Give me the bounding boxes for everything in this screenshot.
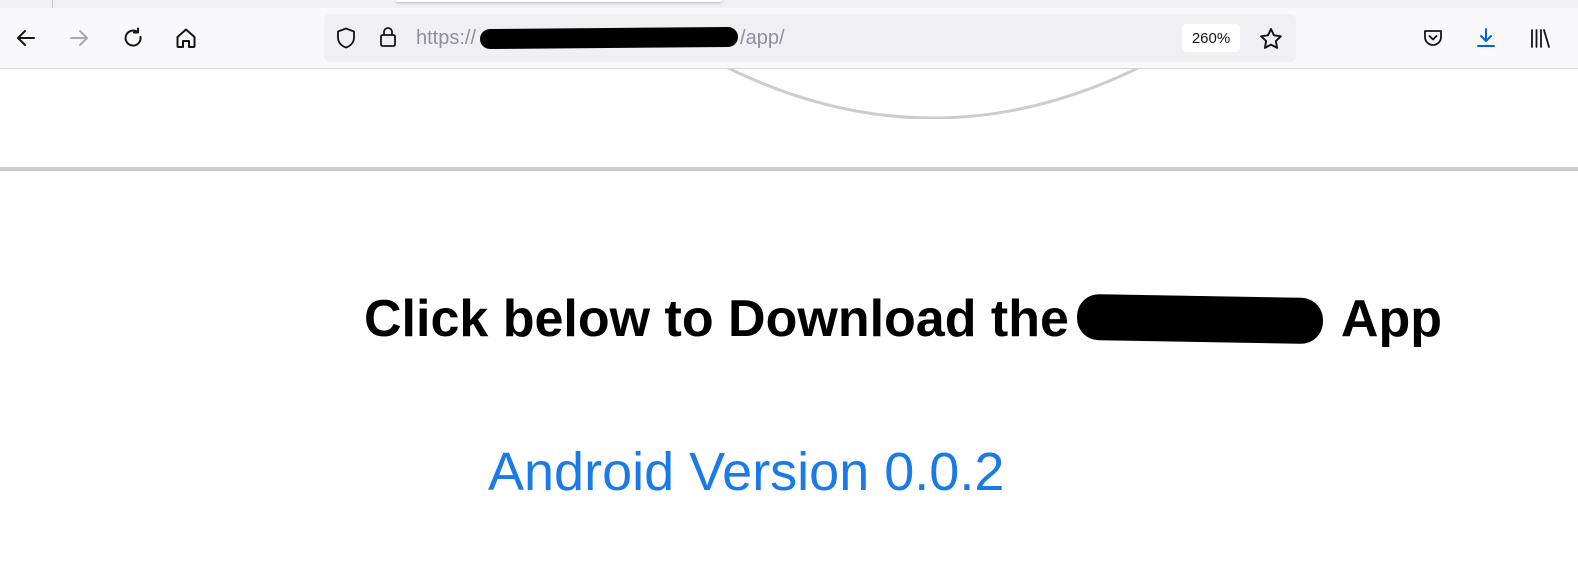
home-icon (176, 28, 196, 48)
download-icon (1477, 28, 1495, 47)
shield-icon[interactable] (334, 26, 358, 50)
star-icon[interactable] (1258, 26, 1284, 52)
navigation-toolbar: https:// /app/ 260% (0, 8, 1578, 69)
tab-separator (52, 0, 53, 8)
pocket-button[interactable] (1417, 22, 1449, 54)
heading-text-start: Click below to Download the (364, 290, 1069, 348)
browser-window: https:// /app/ 260% Click below to Downl… (0, 0, 1578, 568)
library-icon (1531, 29, 1550, 48)
library-button[interactable] (1524, 22, 1556, 54)
home-button[interactable] (170, 22, 202, 54)
url-path: /app/ (740, 26, 785, 49)
header-circle-decoration (698, 69, 1168, 119)
url-field[interactable]: https:// /app/ (416, 26, 785, 50)
forward-arrow-icon (70, 30, 88, 46)
address-bar[interactable]: https:// /app/ 260% (324, 14, 1296, 62)
tab-strip (0, 0, 1578, 8)
reload-button[interactable] (117, 22, 149, 54)
redacted-domain (479, 26, 739, 50)
url-scheme: https:// (416, 26, 477, 49)
section-divider (0, 167, 1578, 171)
heading-text-end: App (1340, 290, 1443, 348)
reload-icon (124, 27, 142, 47)
redacted-app-name (1076, 293, 1324, 345)
active-tab[interactable] (396, 0, 722, 2)
forward-button[interactable] (63, 22, 95, 54)
page-heading: Click below to Download the App (364, 289, 1442, 349)
pocket-icon (1424, 30, 1442, 46)
zoom-level-button[interactable]: 260% (1182, 24, 1240, 52)
lock-icon[interactable] (376, 25, 400, 49)
android-download-link[interactable]: Android Version 0.0.2 (488, 441, 1004, 503)
circle-arc-icon (726, 69, 1140, 119)
downloads-button[interactable] (1470, 22, 1502, 54)
back-arrow-icon (17, 30, 35, 46)
page-content: Click below to Download the App Android … (0, 69, 1578, 568)
back-button[interactable] (10, 22, 42, 54)
